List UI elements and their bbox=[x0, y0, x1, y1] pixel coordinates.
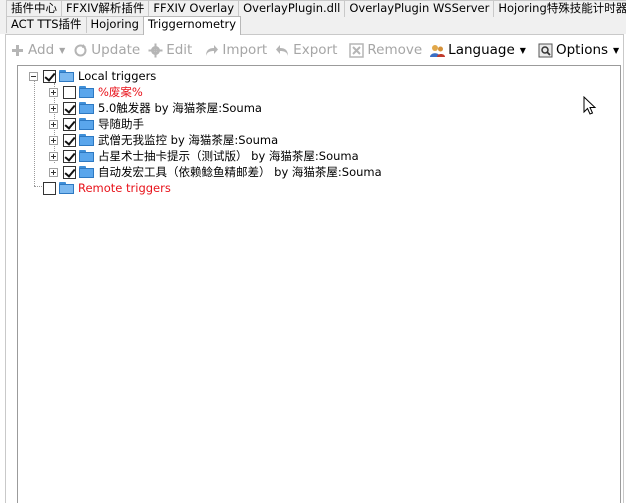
options-label: Options bbox=[555, 42, 609, 58]
chevron-down-icon: ▼ bbox=[613, 45, 620, 55]
checkbox-local-triggers[interactable] bbox=[43, 69, 56, 83]
tree-node-label: 导随助手 bbox=[98, 117, 144, 131]
folder-icon bbox=[79, 102, 94, 114]
tab-plugin-center[interactable]: 插件中心 bbox=[6, 0, 62, 17]
tree-node-label: 自动发宏工具（依赖鲶鱼精邮差） by 海猫茶屋:Souma bbox=[98, 165, 382, 179]
update-label: Update bbox=[91, 42, 141, 58]
tree-node-trigger-group[interactable]: 武僧无我监控 by 海猫茶屋:Souma bbox=[49, 132, 278, 148]
toolbar: Add ▼ Update Edit Import Export Remove L… bbox=[6, 35, 623, 65]
tab-triggernometry[interactable]: Triggernometry bbox=[142, 16, 242, 35]
trigger-tree[interactable]: Local triggers %废案% 5.0触发器 by 海猫茶屋:Souma… bbox=[17, 65, 621, 503]
expand-icon[interactable] bbox=[49, 135, 58, 145]
triggernometry-panel: Add ▼ Update Edit Import Export Remove L… bbox=[5, 34, 624, 503]
tree-node-label: Local triggers bbox=[78, 69, 157, 83]
tree-node-checkbox[interactable] bbox=[63, 133, 76, 147]
tree-node-checkbox[interactable] bbox=[63, 149, 76, 163]
expand-icon[interactable] bbox=[49, 103, 58, 113]
chevron-down-icon: ▼ bbox=[519, 45, 526, 55]
expand-icon[interactable] bbox=[49, 167, 58, 177]
tree-node-label: 武僧无我监控 by 海猫茶屋:Souma bbox=[98, 133, 279, 147]
export-label: Export bbox=[293, 42, 338, 58]
folder-icon bbox=[59, 70, 74, 82]
language-button[interactable]: Language ▼ bbox=[426, 39, 530, 61]
add-button[interactable]: Add ▼ bbox=[6, 39, 69, 61]
tab-act-tts[interactable]: ACT TTS插件 bbox=[6, 16, 87, 33]
export-arrow-icon bbox=[275, 43, 290, 58]
folder-icon bbox=[79, 134, 94, 146]
tab-overlayplugin-dll[interactable]: OverlayPlugin.dll bbox=[238, 0, 346, 17]
import-button[interactable]: Import bbox=[200, 39, 271, 61]
import-arrow-icon bbox=[204, 43, 219, 58]
remove-icon bbox=[349, 42, 365, 58]
tab-strip: 插件中心 FFXIV解析插件 FFXIV Overlay OverlayPlug… bbox=[0, 0, 626, 35]
tab-ffxiv-overlay[interactable]: FFXIV Overlay bbox=[148, 0, 240, 17]
export-button[interactable]: Export bbox=[271, 39, 341, 61]
tree-node-checkbox[interactable] bbox=[63, 165, 76, 179]
tree-node-checkbox[interactable] bbox=[63, 101, 76, 115]
tab-hojoring-timer[interactable]: Hojoring特殊技能计时器 bbox=[493, 0, 626, 17]
folder-icon bbox=[79, 150, 94, 162]
add-label: Add bbox=[28, 42, 55, 58]
tree-node-trigger-group[interactable]: 5.0触发器 by 海猫茶屋:Souma bbox=[49, 100, 262, 116]
tab-hojoring[interactable]: Hojoring bbox=[85, 16, 144, 33]
options-button[interactable]: Options ▼ bbox=[534, 39, 623, 61]
users-icon bbox=[430, 43, 446, 58]
tree-node-label: %废案% bbox=[98, 85, 143, 99]
edit-label: Edit bbox=[166, 42, 193, 58]
update-button[interactable]: Update bbox=[69, 39, 144, 61]
chevron-down-icon: ▼ bbox=[59, 45, 66, 55]
tab-row-1: 插件中心 FFXIV解析插件 FFXIV Overlay OverlayPlug… bbox=[6, 0, 626, 17]
options-icon bbox=[538, 43, 553, 58]
tab-overlayplugin-wsserver[interactable]: OverlayPlugin WSServer bbox=[344, 0, 495, 17]
collapse-icon[interactable] bbox=[29, 71, 38, 81]
tree-node-label: Remote triggers bbox=[78, 181, 171, 195]
import-label: Import bbox=[222, 42, 268, 58]
tree-node-trigger-group[interactable]: 导随助手 bbox=[49, 116, 144, 132]
tree-node-trigger-group[interactable]: 占星术士抽卡提示（测试版） by 海猫茶屋:Souma bbox=[49, 148, 359, 164]
language-label: Language bbox=[448, 42, 515, 58]
edit-button[interactable]: Edit bbox=[144, 39, 196, 61]
tree-node-local-triggers[interactable]: Local triggers bbox=[29, 68, 156, 84]
expand-icon[interactable] bbox=[49, 87, 58, 97]
tree-node-label: 5.0触发器 by 海猫茶屋:Souma bbox=[98, 101, 262, 115]
tree-node-remote-triggers[interactable]: Remote triggers bbox=[43, 180, 171, 196]
refresh-icon bbox=[73, 43, 88, 58]
expand-icon[interactable] bbox=[49, 151, 58, 161]
tree-node-checkbox[interactable] bbox=[63, 85, 76, 99]
folder-icon bbox=[79, 86, 94, 98]
tree-node-label: 占星术士抽卡提示（测试版） by 海猫茶屋:Souma bbox=[98, 149, 359, 163]
expand-icon[interactable] bbox=[49, 119, 58, 129]
folder-icon bbox=[79, 118, 94, 130]
tree-node-checkbox[interactable] bbox=[63, 117, 76, 131]
remove-label: Remove bbox=[367, 42, 423, 58]
tree-node-trigger-group[interactable]: %废案% bbox=[49, 84, 143, 100]
gear-icon bbox=[148, 43, 163, 58]
mouse-cursor-icon bbox=[583, 96, 597, 115]
tree-node-trigger-group[interactable]: 自动发宏工具（依赖鲶鱼精邮差） by 海猫茶屋:Souma bbox=[49, 164, 382, 180]
tab-row-2: ACT TTS插件 Hojoring Triggernometry bbox=[6, 16, 242, 35]
folder-icon bbox=[59, 182, 74, 194]
remove-button[interactable]: Remove bbox=[345, 39, 426, 61]
checkbox-remote-triggers[interactable] bbox=[43, 181, 56, 195]
plus-icon bbox=[10, 43, 25, 58]
tab-ffxiv-parser[interactable]: FFXIV解析插件 bbox=[61, 0, 150, 17]
folder-icon bbox=[79, 166, 94, 178]
